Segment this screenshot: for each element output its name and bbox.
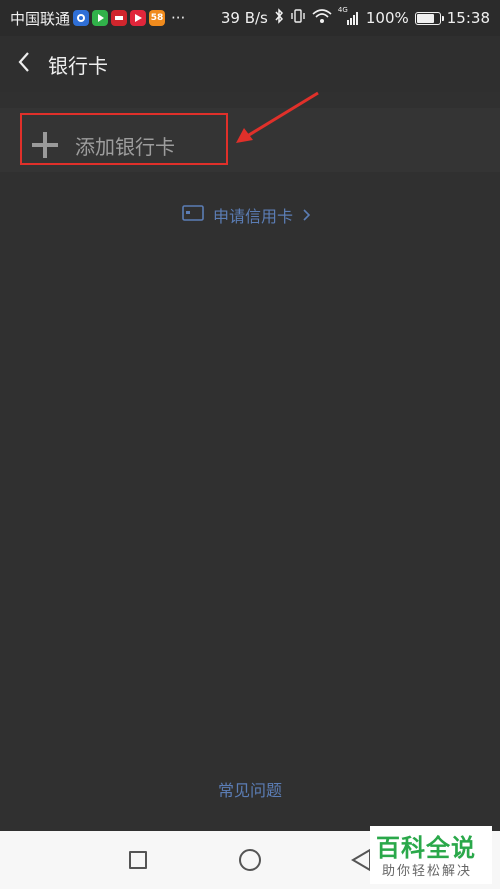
page-title: 银行卡 bbox=[48, 53, 108, 78]
red-app-icon bbox=[111, 10, 128, 26]
wifi-icon bbox=[312, 8, 332, 28]
apply-credit-card-link[interactable]: 申请信用卡 bbox=[182, 203, 311, 227]
chevron-left-icon bbox=[17, 51, 31, 77]
battery-icon bbox=[414, 11, 444, 25]
highlight-box bbox=[20, 113, 228, 165]
net-speed: 39 B/s bbox=[220, 9, 268, 27]
recent-apps-button[interactable] bbox=[129, 851, 147, 869]
nav-back-button[interactable] bbox=[350, 848, 372, 872]
watermark-subtitle: 助你轻松解决 bbox=[382, 864, 473, 879]
status-bar: 中国联通 58 ··· 39 B/s 4G 100% 15:38 bbox=[0, 0, 500, 36]
chevron-right-icon bbox=[302, 206, 311, 225]
clock: 15:38 bbox=[446, 9, 490, 27]
vibrate-icon bbox=[290, 8, 306, 28]
credit-card-icon bbox=[182, 205, 204, 225]
back-button[interactable] bbox=[0, 36, 48, 92]
cell-signal-icon: 4G bbox=[338, 6, 360, 26]
58-app-icon: 58 bbox=[149, 10, 166, 26]
apply-credit-card-label: 申请信用卡 bbox=[213, 207, 294, 226]
battery-fill bbox=[416, 13, 434, 23]
baidu-app-icon bbox=[73, 10, 90, 26]
status-left: 中国联通 58 ··· bbox=[10, 8, 185, 29]
battery-percent: 100% bbox=[365, 9, 409, 27]
bluetooth-icon bbox=[274, 8, 284, 28]
annotation-arrow-icon bbox=[236, 91, 319, 143]
iqiyi-app-icon bbox=[92, 10, 109, 26]
title-bar: 银行卡 bbox=[0, 36, 500, 92]
watermark-title: 百科全说 bbox=[376, 834, 476, 862]
home-button[interactable] bbox=[239, 849, 261, 871]
faq-link[interactable]: 常见问题 bbox=[0, 777, 500, 801]
more-notifications-indicator: ··· bbox=[171, 9, 186, 27]
watermark: 百科全说 助你轻松解决 bbox=[370, 826, 492, 884]
carrier-name: 中国联通 bbox=[10, 9, 71, 28]
video-app-icon bbox=[130, 10, 147, 26]
status-right: 39 B/s 4G 100% 15:38 bbox=[220, 6, 490, 28]
